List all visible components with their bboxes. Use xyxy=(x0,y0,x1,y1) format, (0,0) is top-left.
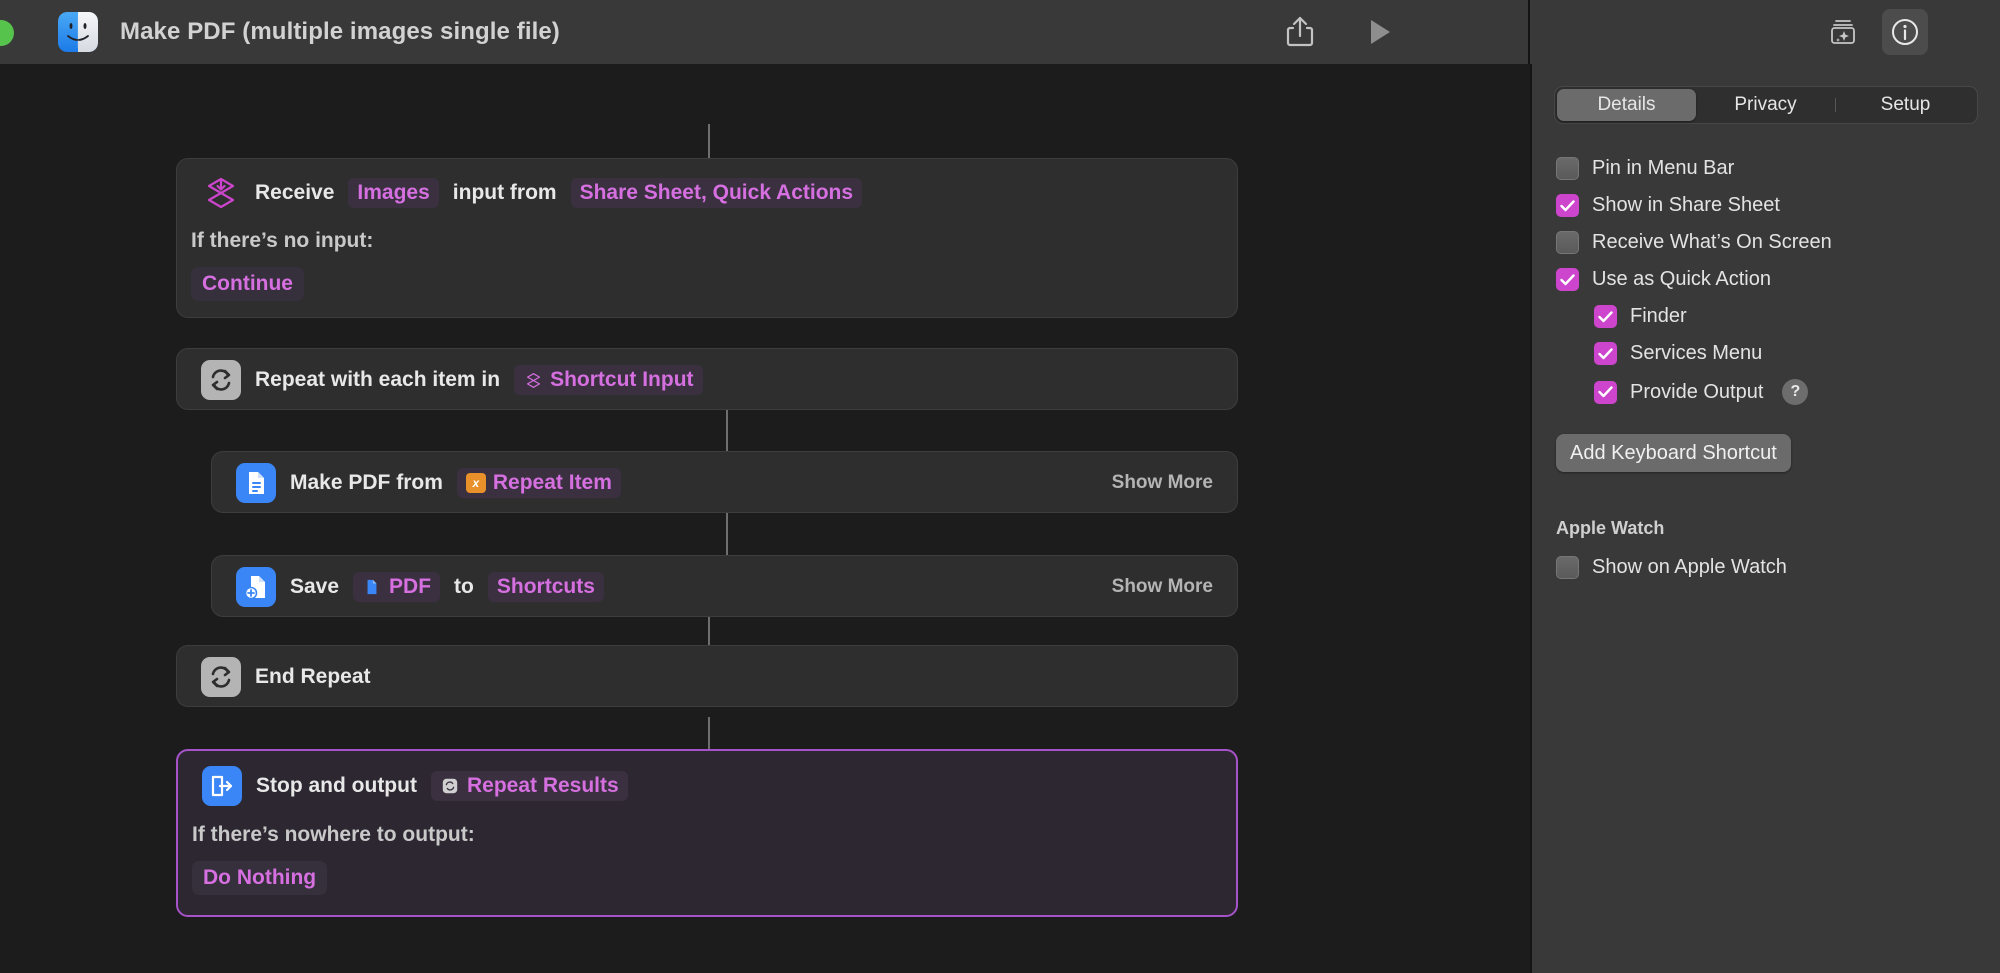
tab-setup[interactable]: Setup xyxy=(1836,89,1975,121)
action-text: Receive xyxy=(255,181,335,204)
action-subsection: If there’s nowhere to output: Do Nothing xyxy=(178,823,1236,913)
action-text: Stop and output xyxy=(256,774,417,797)
connector-line xyxy=(708,124,710,158)
receive-input-chevron-icon xyxy=(201,173,241,213)
option-label: Pin in Menu Bar xyxy=(1592,157,1735,179)
option-label: Services Menu xyxy=(1630,342,1763,364)
action-card-save[interactable]: Save PDF to Shortcuts Show More xyxy=(211,555,1238,617)
option-show-on-apple-watch[interactable]: Show on Apple Watch xyxy=(1532,549,2000,586)
stop-and-output-icon xyxy=(202,766,242,806)
option-provide-output[interactable]: Provide Output ? xyxy=(1532,372,2000,412)
action-text: to xyxy=(454,575,474,598)
checkbox-unchecked-icon[interactable] xyxy=(1556,556,1579,579)
no-input-label: If there’s no input: xyxy=(191,229,374,252)
inspector-tabs: Details Privacy Setup xyxy=(1554,86,1978,124)
shortcut-input-glyph xyxy=(523,370,543,390)
action-param-pdf[interactable]: PDF xyxy=(353,572,441,602)
repeat-results-glyph xyxy=(440,776,460,796)
action-param-shortcut-input[interactable]: Shortcut Input xyxy=(514,365,703,395)
connector-line xyxy=(726,409,728,451)
option-show-in-share-sheet[interactable]: Show in Share Sheet xyxy=(1532,187,2000,224)
action-subsection: If there’s no input: Continue xyxy=(177,229,1237,319)
checkbox-checked-icon[interactable] xyxy=(1594,342,1617,365)
option-label: Finder xyxy=(1630,305,1687,327)
help-icon[interactable]: ? xyxy=(1782,379,1809,405)
action-header: Save PDF to Shortcuts Show More xyxy=(212,556,1237,618)
param-label: PDF xyxy=(389,575,432,598)
action-param-images[interactable]: Images xyxy=(348,178,439,208)
nowhere-to-output-label: If there’s nowhere to output: xyxy=(192,823,475,846)
connector-line xyxy=(726,513,728,555)
option-use-as-quick-action[interactable]: Use as Quick Action xyxy=(1532,261,2000,298)
shortcut-gallery-sparkle-icon[interactable] xyxy=(1820,9,1866,55)
option-label: Use as Quick Action xyxy=(1592,268,1771,290)
tab-privacy[interactable]: Privacy xyxy=(1696,89,1835,121)
action-text: input from xyxy=(452,181,557,204)
option-label: Show in Share Sheet xyxy=(1592,194,1780,216)
apple-watch-section-title: Apple Watch xyxy=(1556,518,1665,538)
action-header: Stop and output Repeat Results xyxy=(178,751,1236,821)
inspector-toolbar xyxy=(1820,0,1928,64)
option-label: Provide Output xyxy=(1630,380,1764,403)
action-card-end-repeat[interactable]: End Repeat xyxy=(176,645,1238,707)
action-text: Make PDF from xyxy=(290,471,443,494)
action-param-repeat-results[interactable]: Repeat Results xyxy=(430,771,628,801)
title-bar: Make PDF (multiple images single file) xyxy=(0,0,2000,64)
action-card-make-pdf[interactable]: Make PDF from x Repeat Item Show More xyxy=(211,451,1238,513)
checkbox-unchecked-icon[interactable] xyxy=(1556,157,1579,180)
checkbox-checked-icon[interactable] xyxy=(1556,194,1579,217)
option-services-menu[interactable]: Services Menu xyxy=(1532,335,2000,372)
checkbox-unchecked-icon[interactable] xyxy=(1556,231,1579,254)
page-title: Make PDF (multiple images single file) xyxy=(120,18,560,45)
document-pdf-icon xyxy=(236,463,276,503)
option-pin-in-menu-bar[interactable]: Pin in Menu Bar xyxy=(1532,150,2000,187)
info-icon[interactable] xyxy=(1882,9,1928,55)
action-card-repeat[interactable]: Repeat with each item in Shortcut Input xyxy=(176,348,1238,410)
action-param-destination[interactable]: Shortcuts xyxy=(487,572,604,602)
workflow-canvas[interactable]: Receive Images input from Share Sheet, Q… xyxy=(0,64,1530,973)
option-receive-whats-on-screen[interactable]: Receive What’s On Screen xyxy=(1532,224,2000,261)
action-param-repeat-item[interactable]: x Repeat Item xyxy=(456,468,621,498)
param-label: Shortcut Input xyxy=(550,368,694,391)
action-card-stop-and-output[interactable]: Stop and output Repeat Results If there’… xyxy=(176,749,1238,917)
action-header: Receive Images input from Share Sheet, Q… xyxy=(177,159,1237,227)
show-more-button[interactable]: Show More xyxy=(1112,576,1213,598)
toolbar-divider xyxy=(1528,0,1530,64)
finder-icon xyxy=(58,12,98,52)
show-more-button[interactable]: Show More xyxy=(1112,472,1213,494)
traffic-light-green[interactable] xyxy=(0,20,14,46)
param-label: Repeat Results xyxy=(466,774,619,797)
share-icon[interactable] xyxy=(1280,12,1320,52)
window-toolbar xyxy=(1280,0,1400,64)
action-header: End Repeat xyxy=(177,646,1237,708)
option-label: Show on Apple Watch xyxy=(1592,556,1787,578)
repeat-loop-icon xyxy=(201,360,241,400)
checkbox-checked-icon[interactable] xyxy=(1556,268,1579,291)
action-text: Save xyxy=(290,575,340,598)
action-card-receive[interactable]: Receive Images input from Share Sheet, Q… xyxy=(176,158,1238,318)
param-label: Repeat Item xyxy=(492,471,612,494)
nowhere-to-output-value[interactable]: Do Nothing xyxy=(192,861,328,895)
repeat-loop-icon xyxy=(201,657,241,697)
no-input-value[interactable]: Continue xyxy=(191,267,304,301)
checkbox-checked-icon[interactable] xyxy=(1594,305,1617,328)
pdf-file-glyph xyxy=(362,577,382,597)
option-label: Receive What’s On Screen xyxy=(1592,231,1832,253)
action-header: Make PDF from x Repeat Item Show More xyxy=(212,452,1237,514)
action-header: Repeat with each item in Shortcut Input xyxy=(177,349,1237,411)
action-text: Repeat with each item in xyxy=(255,368,501,391)
inspector-panel: Details Privacy Setup Pin in Menu Bar Sh… xyxy=(1530,64,2000,973)
variable-x-badge: x xyxy=(465,473,486,493)
window-body: Receive Images input from Share Sheet, Q… xyxy=(0,64,2000,973)
option-finder[interactable]: Finder xyxy=(1532,298,2000,335)
shortcuts-window: Make PDF (multiple images single file) R… xyxy=(0,0,2000,973)
action-param-sources[interactable]: Share Sheet, Quick Actions xyxy=(570,178,863,208)
add-keyboard-shortcut-button[interactable]: Add Keyboard Shortcut xyxy=(1556,434,1791,472)
checkbox-checked-icon[interactable] xyxy=(1594,380,1617,404)
play-icon[interactable] xyxy=(1360,12,1400,52)
tab-details[interactable]: Details xyxy=(1557,89,1696,121)
action-text: End Repeat xyxy=(255,665,371,688)
save-document-icon xyxy=(236,567,276,607)
